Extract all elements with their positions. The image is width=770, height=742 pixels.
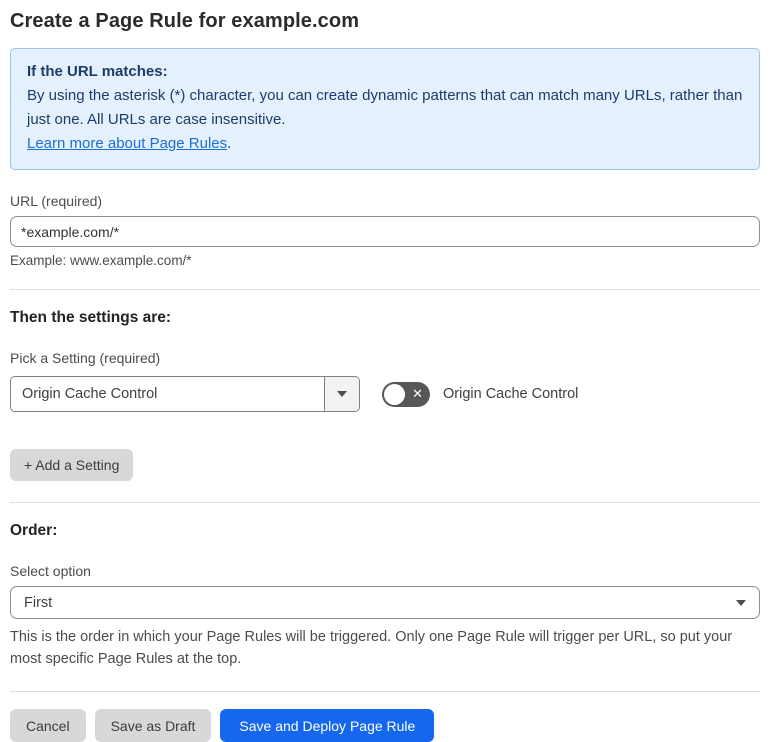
url-field-label: URL (required) — [10, 193, 103, 209]
save-and-deploy-button[interactable]: Save and Deploy Page Rule — [220, 709, 435, 742]
info-heading: If the URL matches: — [27, 63, 168, 80]
origin-cache-control-toggle[interactable]: ✕ — [382, 381, 430, 407]
url-input[interactable] — [10, 216, 760, 247]
divider — [10, 502, 760, 503]
divider — [10, 289, 760, 290]
footer-action-bar: Cancel Save as Draft Save and Deploy Pag… — [10, 709, 760, 742]
info-link-line: Learn more about Page Rules. — [27, 132, 743, 156]
order-select-value: First — [24, 594, 53, 611]
setting-picker-dropdown[interactable]: Origin Cache Control — [10, 376, 360, 412]
page-title: Create a Page Rule for example.com — [10, 10, 360, 32]
info-body-text: By using the asterisk (*) character, you… — [27, 87, 743, 128]
settings-section-heading: Then the settings are: — [10, 309, 172, 326]
link-suffix: . — [227, 135, 232, 152]
toggle-knob — [384, 383, 405, 405]
toggle-off-x-icon: ✕ — [412, 386, 423, 402]
chevron-down-icon — [736, 599, 746, 606]
setting-picker-arrow-button[interactable] — [324, 377, 359, 411]
toggle-label: Origin Cache Control — [443, 386, 579, 402]
cancel-button[interactable]: Cancel — [10, 709, 86, 742]
order-select-dropdown[interactable]: First — [10, 586, 760, 619]
add-setting-button[interactable]: + Add a Setting — [10, 449, 134, 481]
save-as-draft-button[interactable]: Save as Draft — [94, 709, 212, 742]
order-select-label: Select option — [10, 563, 91, 579]
setting-picker-label: Pick a Setting (required) — [10, 350, 161, 366]
learn-more-link[interactable]: Learn more about Page Rules — [27, 135, 227, 152]
setting-picker-value: Origin Cache Control — [22, 386, 158, 402]
chevron-down-icon — [337, 391, 347, 397]
url-match-info-callout: If the URL matches: By using the asteris… — [10, 48, 760, 170]
order-help-text: This is the order in which your Page Rul… — [10, 629, 733, 667]
url-example-text: Example: www.example.com/* — [10, 253, 192, 268]
order-section-heading: Order: — [10, 522, 58, 539]
setting-row: Origin Cache Control ✕ Origin Cache Cont… — [10, 376, 760, 412]
divider — [10, 691, 760, 692]
